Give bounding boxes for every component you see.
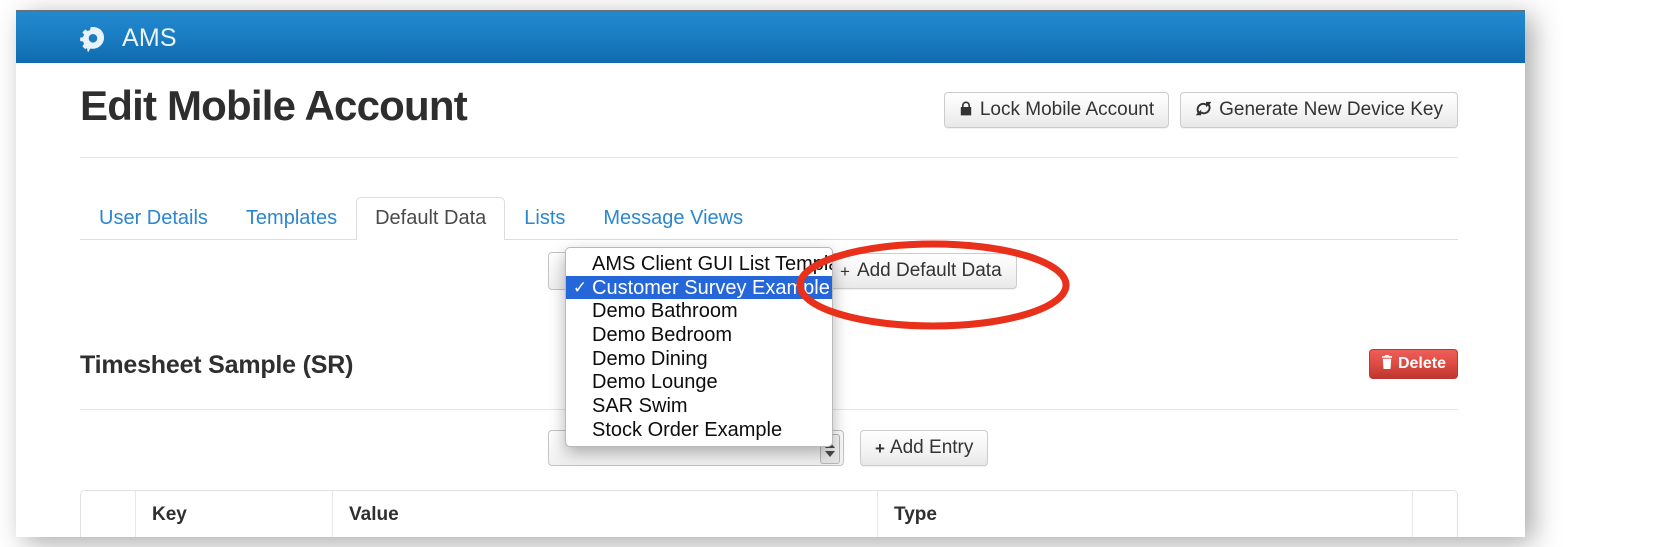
table-col-blank-right [1412, 491, 1457, 537]
lock-mobile-account-label: Lock Mobile Account [979, 99, 1155, 120]
dropdown-option[interactable]: Demo Lounge [566, 370, 832, 394]
tab-default-data[interactable]: Default Data [356, 197, 506, 240]
dropdown-option[interactable]: ✓ Customer Survey Example [566, 275, 832, 300]
plus-icon: + [840, 261, 850, 281]
dropdown-option[interactable]: Demo Bathroom [566, 299, 832, 323]
lock-mobile-account-button[interactable]: Lock Mobile Account [943, 92, 1170, 128]
tab-bar: User Details Templates Default Data List… [80, 195, 1458, 240]
table-col-value: Value [332, 491, 877, 537]
dropdown-option-label: Stock Order Example [592, 418, 783, 441]
dropdown-option[interactable]: Stock Order Example [566, 418, 832, 442]
trash-icon [1381, 354, 1393, 374]
default-data-dropdown-menu[interactable]: AMS Client GUI List Template ✓ Customer Su… [565, 247, 833, 447]
add-entry-button[interactable]: + Add Entry [860, 430, 989, 466]
gear-icon [78, 24, 108, 54]
chevron-down-icon [825, 450, 835, 457]
dropdown-option-label: Demo Dining [592, 347, 708, 370]
dropdown-option[interactable]: AMS Client GUI List Template [566, 252, 832, 276]
tab-user-details[interactable]: User Details [80, 197, 227, 240]
add-default-data-label: Add Default Data [856, 260, 1002, 281]
generate-new-device-key-label: Generate New Device Key [1219, 99, 1443, 120]
generate-new-device-key-button[interactable]: Generate New Device Key [1180, 92, 1458, 128]
dropdown-option[interactable]: SAR Swim [566, 394, 832, 418]
browser-window: AMS Edit Mobile Account Lock Mobile Acco… [16, 10, 1525, 537]
page-header: Edit Mobile Account Lock Mobile Account … [80, 85, 1458, 158]
lock-icon [959, 101, 973, 120]
table-col-key: Key [135, 491, 332, 537]
navbar: AMS [16, 10, 1525, 65]
page-title: Edit Mobile Account [80, 82, 468, 129]
dropdown-option[interactable]: Demo Bedroom [566, 323, 832, 347]
tab-message-views[interactable]: Message Views [584, 197, 762, 240]
table-col-type: Type [877, 491, 1412, 537]
dropdown-option-label: Demo Bedroom [592, 323, 733, 346]
dropdown-option-label: SAR Swim [592, 394, 688, 417]
dropdown-option-label: AMS Client GUI List Template [592, 252, 833, 275]
dropdown-option-label: Demo Bathroom [592, 300, 738, 323]
tab-templates[interactable]: Templates [227, 197, 356, 240]
dropdown-option-label: Demo Lounge [592, 371, 718, 394]
tab-lists[interactable]: Lists [505, 197, 584, 240]
delete-label: Delete [1397, 355, 1446, 372]
dropdown-option-label: Customer Survey Example [592, 276, 830, 299]
header-actions: Lock Mobile Account Generate New Device … [943, 92, 1458, 128]
add-entry-label: Add Entry [889, 437, 974, 458]
check-icon: ✓ [572, 278, 588, 298]
section-title: Timesheet Sample (SR) [80, 351, 354, 379]
plus-icon: + [875, 438, 885, 458]
brand[interactable]: AMS [78, 24, 177, 54]
default-data-table: Key Value Type [80, 490, 1458, 537]
screenshot-root: AMS Edit Mobile Account Lock Mobile Acco… [0, 0, 1665, 547]
table-header-row: Key Value Type [81, 491, 1457, 537]
brand-label: AMS [122, 23, 177, 52]
delete-button[interactable]: Delete [1368, 349, 1458, 379]
dropdown-option[interactable]: Demo Dining [566, 347, 832, 371]
add-default-data-button[interactable]: + Add Default Data [825, 253, 1017, 289]
table-col-blank-left [81, 491, 135, 537]
refresh-icon [1195, 101, 1212, 119]
